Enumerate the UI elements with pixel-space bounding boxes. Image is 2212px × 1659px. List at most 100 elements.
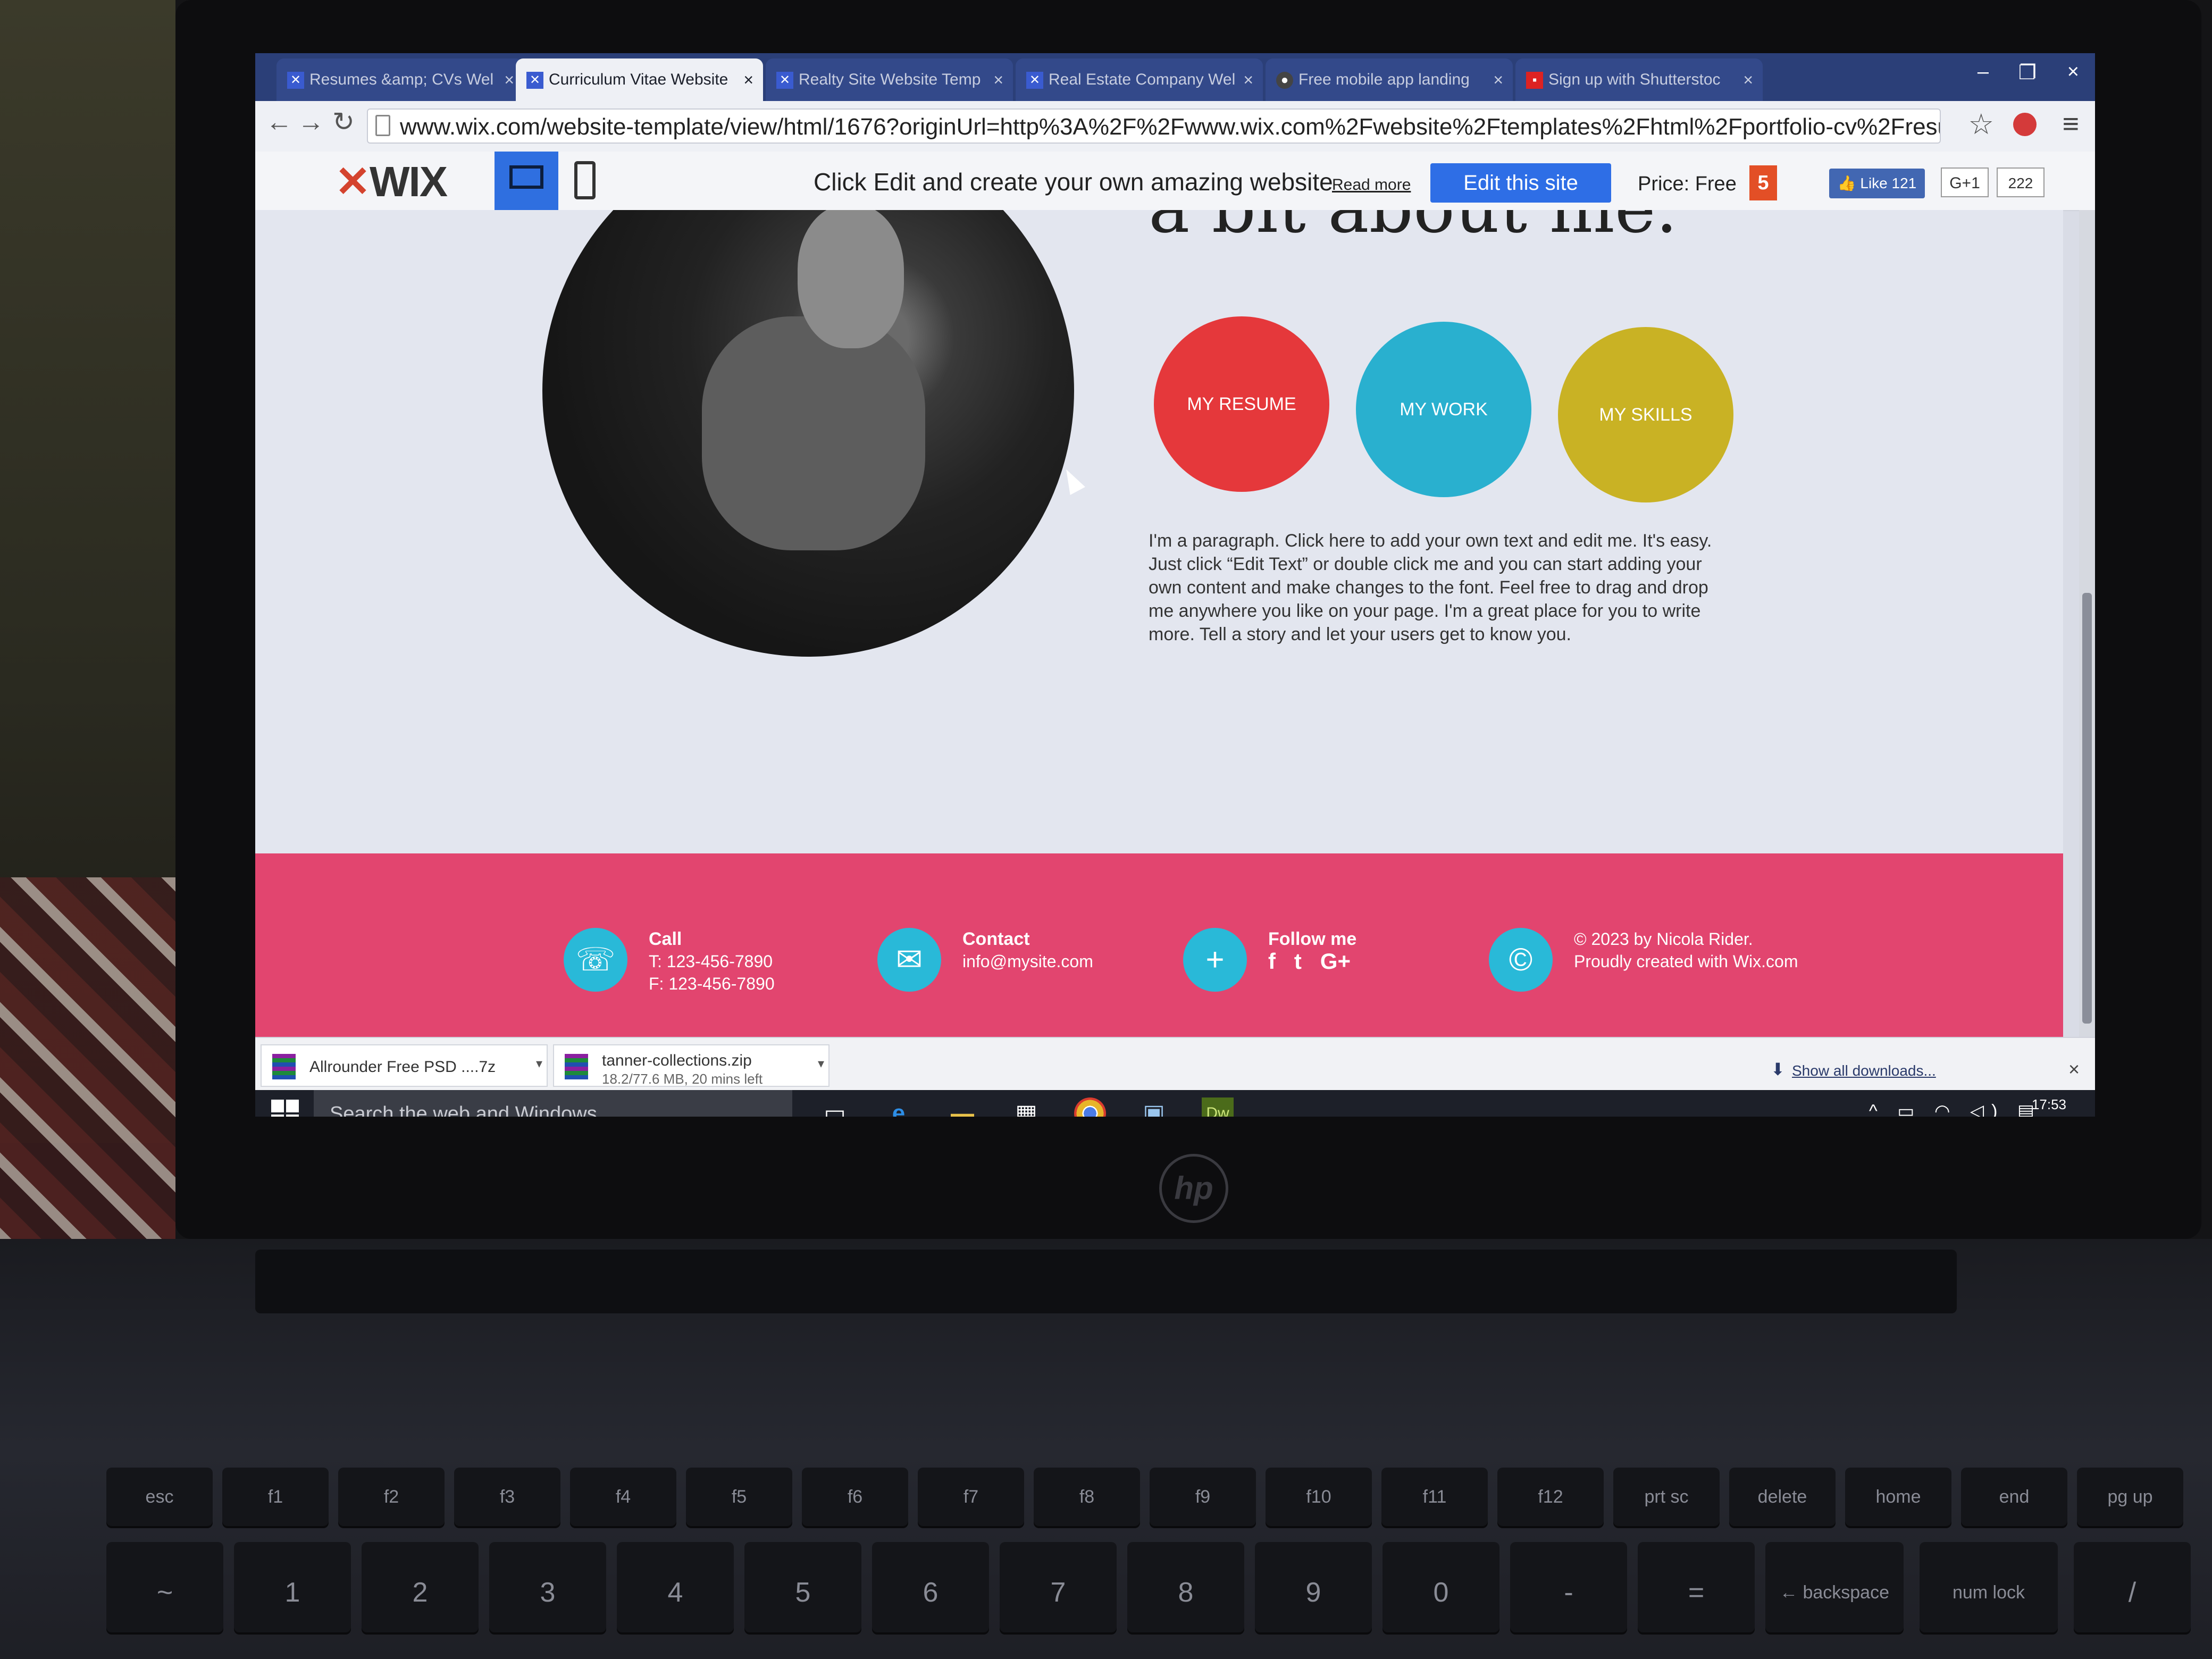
key: f8 (1034, 1468, 1140, 1526)
site-footer: ☏ Call T: 123-456-7890 F: 123-456-7890 ✉… (255, 853, 2063, 1037)
about-paragraph: I'm a paragraph. Click here to add your … (1149, 531, 1712, 644)
tab-close-icon[interactable]: × (1493, 58, 1503, 101)
start-button[interactable] (271, 1100, 301, 1117)
scrollbar-thumb[interactable] (2082, 593, 2092, 1024)
mobile-view-icon[interactable] (574, 161, 596, 199)
tab-close-icon[interactable]: × (1743, 58, 1753, 101)
google-plus-icon[interactable]: G+ (1320, 950, 1351, 973)
laptop-hinge (255, 1250, 1957, 1313)
key: home (1845, 1468, 1951, 1526)
key: end (1961, 1468, 2067, 1526)
facebook-icon[interactable]: f (1268, 950, 1276, 973)
archive-icon (272, 1054, 296, 1079)
file-explorer-icon[interactable]: ▬ (946, 1097, 978, 1117)
hp-logo: hp (1159, 1154, 1228, 1223)
chevron-down-icon[interactable]: ▾ (818, 1056, 824, 1071)
store-icon[interactable]: ▦ (1010, 1097, 1042, 1117)
tab-label: Resumes &amp; CVs Wel (309, 71, 494, 88)
tab-shutterstock[interactable]: ▪ Sign up with Shutterstoc × (1515, 58, 1763, 101)
tab-realty-site[interactable]: ✕ Realty Site Website Temp × (766, 58, 1013, 101)
wix-preview-bar: ✕WIX Click Edit and create your own amaz… (255, 152, 2095, 211)
key: f12 (1497, 1468, 1604, 1526)
chrome-menu-icon[interactable]: ≡ (2062, 107, 2079, 140)
google-plus-button[interactable]: G+1 (1941, 167, 1989, 197)
key: delete (1729, 1468, 1836, 1526)
shutterstock-favicon-icon: ▪ (1526, 72, 1543, 89)
chevron-down-icon[interactable]: ▾ (536, 1056, 542, 1071)
edge-browser-icon[interactable]: e (883, 1097, 915, 1117)
close-window-button[interactable]: × (2067, 61, 2079, 83)
key: 4 (617, 1542, 734, 1632)
key: = (1638, 1542, 1755, 1632)
facebook-like-button[interactable]: 👍 Like 121 (1829, 169, 1925, 198)
chrome-icon[interactable] (1074, 1097, 1106, 1117)
back-button[interactable]: ← (266, 106, 292, 137)
close-downloads-bar-button[interactable]: × (2068, 1058, 2080, 1080)
photos-icon[interactable]: ▣ (1138, 1097, 1170, 1117)
credit-line[interactable]: Proudly created with Wix.com (1574, 950, 1798, 973)
tab-close-icon[interactable]: × (1243, 58, 1253, 101)
social-links: f t G+ (1268, 950, 1364, 974)
download-item[interactable]: Allrounder Free PSD ....7z ▾ (261, 1044, 548, 1087)
download-item[interactable]: tanner-collections.zip 18.2/77.6 MB, 20 … (553, 1044, 830, 1087)
key: esc (106, 1468, 213, 1526)
tab-close-icon[interactable]: × (743, 58, 753, 101)
contact-email[interactable]: info@mysite.com (962, 950, 1093, 973)
url-field[interactable]: www.wix.com/website-template/view/html/1… (367, 108, 1941, 144)
restore-button[interactable]: ❐ (2018, 61, 2037, 85)
desktop-view-button[interactable] (495, 152, 558, 210)
tab-label: Free mobile app landing (1298, 71, 1470, 88)
key: ~ (106, 1542, 223, 1632)
key: 5 (744, 1542, 861, 1632)
windows-taskbar: Search the web and Windows ▭ e ▬ ▦ ▣ Dw … (255, 1090, 2095, 1117)
download-status: 18.2/77.6 MB, 20 mins left (602, 1071, 763, 1087)
key: 3 (489, 1542, 606, 1632)
minimize-button[interactable]: – (1978, 61, 1989, 83)
contact-title: Contact (962, 929, 1030, 949)
reload-button[interactable]: ↻ (332, 106, 355, 137)
wix-logo[interactable]: ✕WIX (335, 157, 448, 206)
tab-curriculum-vitae[interactable]: ✕ Curriculum Vitae Website × (516, 58, 763, 101)
photo-face-shape (798, 210, 904, 348)
tab-mobile-app[interactable]: ● Free mobile app landing × (1266, 58, 1513, 101)
edit-this-site-button[interactable]: Edit this site (1430, 163, 1611, 203)
call-phone: T: 123-456-7890 (649, 952, 773, 971)
read-more-link[interactable]: Read more (1332, 176, 1411, 194)
follow-title: Follow me (1268, 929, 1357, 949)
twitter-icon[interactable]: t (1294, 950, 1302, 973)
task-view-icon[interactable]: ▭ (819, 1097, 851, 1117)
tab-close-icon[interactable]: × (993, 58, 1003, 101)
tab-close-icon[interactable]: × (504, 58, 514, 101)
tab-resumes[interactable]: ✕ Resumes &amp; CVs Wel × (276, 58, 524, 101)
key: 0 (1382, 1542, 1499, 1632)
price-label: Price: Free (1638, 173, 1737, 195)
extension-icon[interactable] (2013, 113, 2037, 136)
tab-real-estate[interactable]: ✕ Real Estate Company Wel × (1016, 58, 1263, 101)
taskbar-search-box[interactable]: Search the web and Windows (314, 1090, 792, 1117)
my-work-button[interactable]: MY WORK (1356, 322, 1531, 497)
key: f5 (686, 1468, 792, 1526)
forward-button[interactable]: → (298, 106, 324, 137)
page-favicon-icon: ● (1276, 72, 1293, 89)
my-resume-button[interactable]: MY RESUME (1154, 316, 1329, 492)
html5-icon: 5 (1749, 165, 1777, 200)
key: 8 (1127, 1542, 1244, 1632)
show-all-downloads-link[interactable]: Show all downloads... (1792, 1062, 1936, 1079)
bookmark-star-icon[interactable]: ☆ (1968, 107, 1994, 141)
key: f9 (1150, 1468, 1256, 1526)
tab-label: Sign up with Shutterstoc (1548, 71, 1721, 88)
key: f7 (918, 1468, 1024, 1526)
key: f4 (570, 1468, 676, 1526)
dreamweaver-icon[interactable]: Dw (1202, 1097, 1234, 1117)
windows-logo-pane (286, 1100, 299, 1112)
page-scrollbar[interactable] (2079, 210, 2095, 1037)
windows-logo-pane (286, 1115, 299, 1117)
download-name: Allrounder Free PSD ....7z (309, 1058, 496, 1076)
key: f11 (1381, 1468, 1488, 1526)
contact-text: Contact info@mysite.com (962, 928, 1093, 973)
my-skills-button[interactable]: MY SKILLS (1558, 327, 1733, 502)
key: 1 (234, 1542, 351, 1632)
clock-time: 17:53 (2031, 1096, 2067, 1112)
envelope-icon: ✉ (877, 928, 941, 992)
taskbar-clock[interactable]: 17:53 05-08-2016 (2014, 1094, 2084, 1117)
